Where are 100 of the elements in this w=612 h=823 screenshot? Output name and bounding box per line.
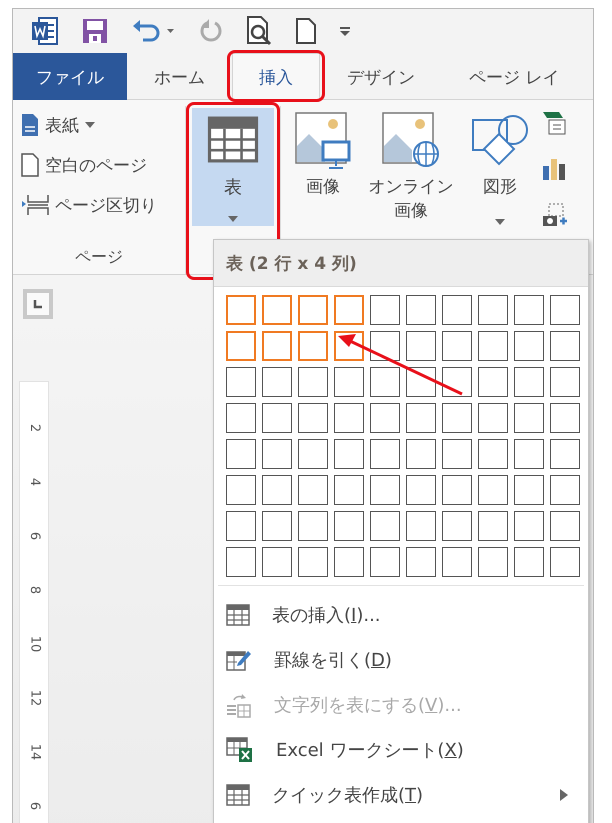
dropdown-caret-icon — [228, 216, 238, 222]
grid-cell[interactable] — [370, 511, 400, 541]
grid-cell[interactable] — [442, 367, 472, 397]
grid-cell[interactable] — [514, 511, 544, 541]
grid-cell[interactable] — [442, 403, 472, 433]
grid-cell[interactable] — [370, 331, 400, 361]
menu-item[interactable]: 罫線を引く(D) — [214, 637, 588, 682]
grid-cell[interactable] — [442, 439, 472, 469]
table-button[interactable]: 表 — [192, 108, 274, 226]
grid-cell[interactable] — [262, 403, 292, 433]
grid-cell[interactable] — [226, 295, 256, 325]
grid-cell[interactable] — [370, 547, 400, 577]
grid-cell[interactable] — [550, 439, 580, 469]
grid-cell[interactable] — [442, 511, 472, 541]
ribbon-tab[interactable]: デザイン — [320, 53, 442, 100]
ribbon-button[interactable]: 空白のページ — [21, 148, 157, 182]
grid-cell[interactable] — [370, 403, 400, 433]
ruler-number: 6 — [26, 802, 43, 810]
grid-cell[interactable] — [550, 295, 580, 325]
grid-cell[interactable] — [298, 403, 328, 433]
grid-cell[interactable] — [514, 367, 544, 397]
menu-item[interactable]: Excel ワークシート(X) — [214, 727, 588, 772]
grid-cell[interactable] — [226, 547, 256, 577]
grid-cell[interactable] — [406, 295, 436, 325]
grid-cell[interactable] — [550, 367, 580, 397]
grid-cell[interactable] — [478, 403, 508, 433]
grid-cell[interactable] — [478, 367, 508, 397]
grid-cell[interactable] — [478, 547, 508, 577]
grid-cell[interactable] — [262, 367, 292, 397]
table-grid-icon — [226, 604, 250, 626]
grid-cell[interactable] — [478, 475, 508, 505]
grid-cell[interactable] — [406, 547, 436, 577]
ribbon-button[interactable]: 表紙 — [21, 108, 157, 142]
grid-cell[interactable] — [406, 403, 436, 433]
grid-cell[interactable] — [226, 367, 256, 397]
grid-cell[interactable] — [226, 439, 256, 469]
grid-cell[interactable] — [514, 439, 544, 469]
group-label: ページ — [74, 246, 124, 268]
grid-cell[interactable] — [550, 475, 580, 505]
grid-cell[interactable] — [262, 331, 292, 361]
grid-cell[interactable] — [550, 547, 580, 577]
grid-cell[interactable] — [298, 439, 328, 469]
grid-cell[interactable] — [226, 475, 256, 505]
grid-cell[interactable] — [370, 475, 400, 505]
ruler-number: 2 — [26, 424, 43, 432]
ribbon-tab[interactable]: ページ レイ — [442, 53, 586, 100]
grid-cell[interactable] — [478, 295, 508, 325]
tab-selector[interactable] — [23, 289, 53, 319]
grid-cell[interactable] — [514, 331, 544, 361]
save-icon — [81, 17, 109, 45]
grid-cell[interactable] — [298, 367, 328, 397]
ruler-number: 14 — [26, 744, 43, 760]
grid-cell[interactable] — [514, 295, 544, 325]
grid-cell[interactable] — [442, 331, 472, 361]
grid-cell[interactable] — [226, 511, 256, 541]
grid-cell[interactable] — [478, 439, 508, 469]
grid-cell[interactable] — [334, 547, 364, 577]
grid-cell[interactable] — [262, 295, 292, 325]
picture-with-globe-icon — [382, 112, 440, 170]
grid-cell[interactable] — [334, 295, 364, 325]
grid-cell[interactable] — [550, 511, 580, 541]
grid-cell[interactable] — [334, 403, 364, 433]
grid-cell[interactable] — [550, 403, 580, 433]
grid-cell[interactable] — [550, 331, 580, 361]
grid-cell[interactable] — [298, 295, 328, 325]
grid-cell[interactable] — [226, 403, 256, 433]
grid-cell[interactable] — [298, 331, 328, 361]
grid-cell[interactable] — [334, 475, 364, 505]
grid-cell[interactable] — [370, 439, 400, 469]
grid-cell[interactable] — [406, 331, 436, 361]
grid-cell[interactable] — [442, 295, 472, 325]
grid-cell[interactable] — [226, 331, 256, 361]
grid-cell[interactable] — [478, 331, 508, 361]
grid-cell[interactable] — [262, 475, 292, 505]
grid-cell[interactable] — [334, 511, 364, 541]
grid-cell[interactable] — [406, 439, 436, 469]
grid-cell[interactable] — [514, 403, 544, 433]
grid-cell[interactable] — [334, 439, 364, 469]
grid-cell[interactable] — [514, 475, 544, 505]
menu-item[interactable]: クイック表作成(T) — [214, 772, 588, 817]
grid-cell[interactable] — [442, 475, 472, 505]
grid-cell[interactable] — [442, 547, 472, 577]
grid-cell[interactable] — [370, 367, 400, 397]
grid-cell[interactable] — [298, 547, 328, 577]
menu-item[interactable]: 表の挿入(I)... — [214, 592, 588, 637]
grid-cell[interactable] — [406, 511, 436, 541]
grid-cell[interactable] — [262, 547, 292, 577]
grid-cell[interactable] — [478, 511, 508, 541]
grid-cell[interactable] — [370, 295, 400, 325]
grid-cell[interactable] — [334, 367, 364, 397]
grid-cell[interactable] — [298, 475, 328, 505]
ruler-number: 12 — [26, 690, 43, 706]
ribbon-tab[interactable]: ホーム — [127, 53, 232, 100]
grid-cell[interactable] — [514, 547, 544, 577]
ribbon-button[interactable]: ページ区切り — [21, 188, 157, 222]
grid-cell[interactable] — [262, 439, 292, 469]
file-tab[interactable]: ファイル — [13, 53, 127, 100]
grid-cell[interactable] — [298, 511, 328, 541]
grid-cell[interactable] — [262, 511, 292, 541]
grid-cell[interactable] — [406, 475, 436, 505]
